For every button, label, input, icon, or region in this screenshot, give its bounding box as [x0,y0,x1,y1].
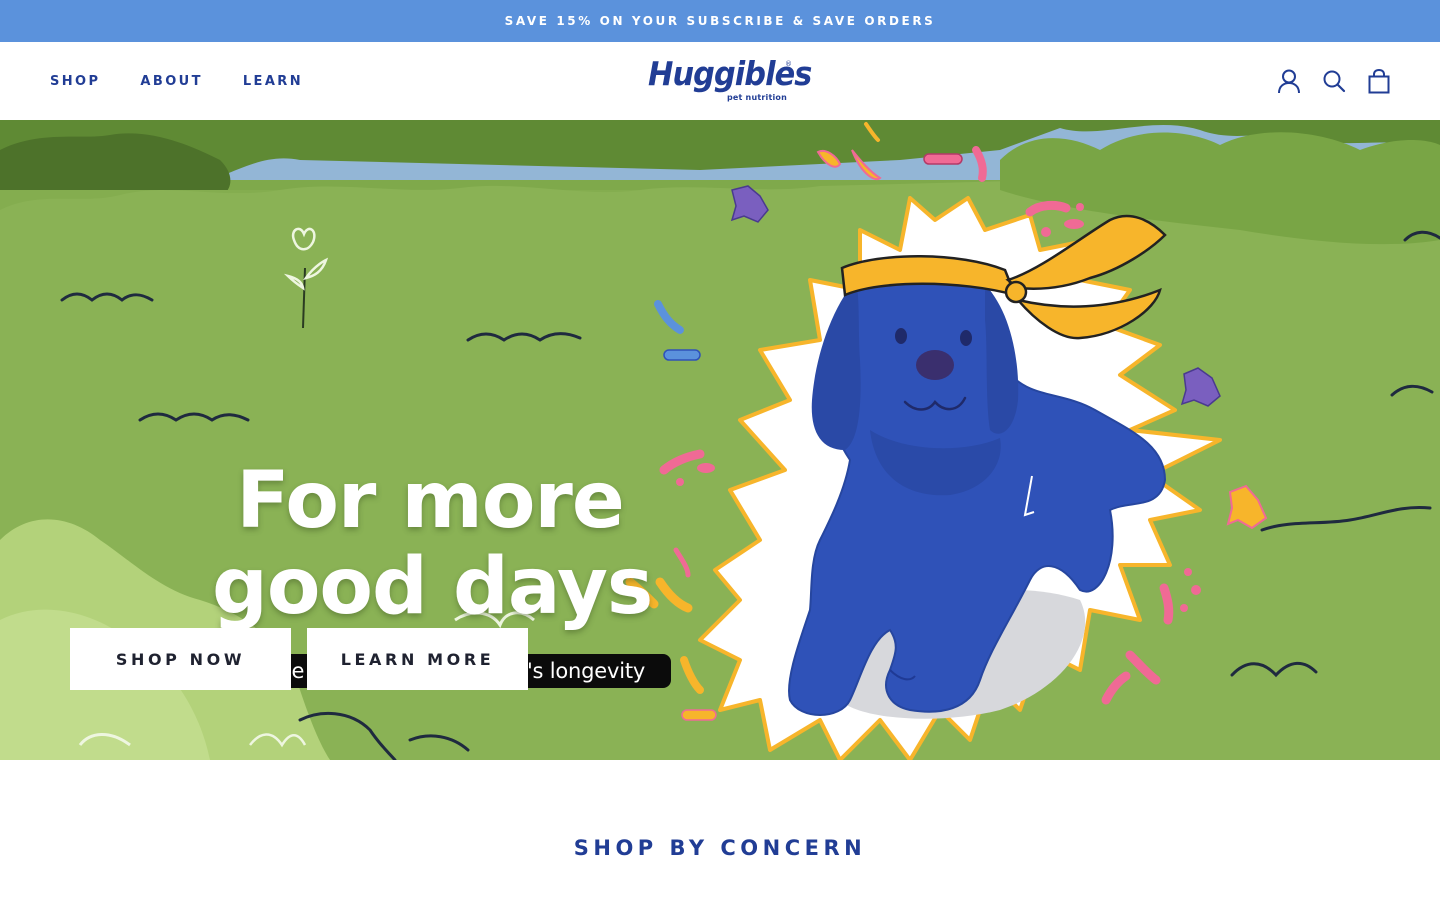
hero-headline-line1: For more [236,456,625,546]
announcement-text: SAVE 15% ON YOUR SUBSCRIBE & SAVE ORDERS [504,14,936,28]
hero-headline-line2: good days [212,542,653,632]
header-actions [1257,68,1392,94]
logo-subtitle: pet nutrition [727,93,788,102]
main-nav: SHOP ABOUT LEARN [50,42,343,120]
learn-more-button-label: LEARN MORE [340,649,495,669]
shop-now-button-label: SHOP NOW [115,649,246,669]
account-icon[interactable] [1276,68,1302,94]
hero-headline: For more good days [212,456,653,630]
nav-item-learn[interactable]: LEARN [243,74,303,89]
brand-logo[interactable]: Huggibles ® pet nutrition [646,54,812,108]
learn-more-button[interactable]: LEARN MORE [307,628,528,690]
logo-registered-mark: ® [785,60,792,68]
section-title-shop-by-concern: SHOP BY CONCERN [573,836,867,860]
shop-now-button[interactable]: SHOP NOW [70,628,291,690]
nav-item-about[interactable]: ABOUT [140,74,202,89]
site-header: SHOP ABOUT LEARN Huggibles ® pet nutriti… [0,42,1440,120]
search-icon[interactable] [1321,68,1347,94]
nav-item-shop[interactable]: SHOP [50,74,100,89]
cart-icon[interactable] [1366,68,1392,94]
announcement-bar[interactable]: SAVE 15% ON YOUR SUBSCRIBE & SAVE ORDERS [0,0,1440,42]
